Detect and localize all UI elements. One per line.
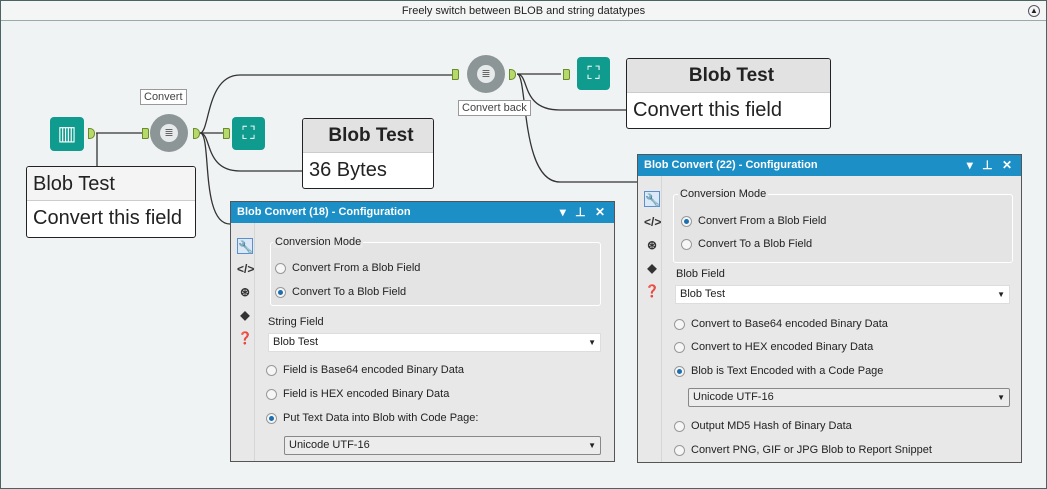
code-icon[interactable]: </> <box>237 261 254 277</box>
table-header: Blob Test <box>27 167 195 201</box>
table-header: Blob Test <box>303 119 433 153</box>
code-page-select[interactable]: Unicode UTF-16 ▼ <box>688 388 1010 407</box>
input-data-tool-icon[interactable]: ▥ <box>50 117 84 151</box>
dropdown-arrow-icon: ▼ <box>588 338 596 347</box>
navigate-icon[interactable]: ⊛ <box>644 237 660 253</box>
radio-label: Put Text Data into Blob with Code Page: <box>283 412 479 424</box>
radio-convert-to-blob[interactable]: Convert To a Blob Field <box>275 286 406 298</box>
input-data-preview: Blob Test Convert this field <box>26 166 196 238</box>
select-value: Unicode UTF-16 <box>289 439 370 451</box>
field-label: Blob Field <box>676 268 725 280</box>
radio-label: Convert From a Blob Field <box>698 215 827 227</box>
radio-label: Convert To a Blob Field <box>292 286 407 298</box>
wrench-icon[interactable]: 🔧 <box>237 238 253 254</box>
radio-base64[interactable]: Convert to Base64 encoded Binary Data <box>674 318 888 330</box>
conversion-mode-group <box>673 194 1013 263</box>
browse-preview-1: Blob Test 36 Bytes <box>302 118 434 189</box>
blob-convert-back-tool-icon[interactable]: ≣ <box>467 55 505 93</box>
radio-md5[interactable]: Output MD5 Hash of Binary Data <box>674 420 852 432</box>
panel-header: Blob Convert (18) - Configuration ▾ ⊥ ✕ <box>231 202 614 223</box>
select-value: Blob Test <box>680 288 726 300</box>
panel-sidebar: 🔧 </> ⊛ ◆ ❓ <box>235 223 255 461</box>
radio-code-page[interactable]: Put Text Data into Blob with Code Page: <box>266 412 478 424</box>
input-anchor[interactable] <box>223 128 230 139</box>
field-label: String Field <box>268 316 324 328</box>
code-icon[interactable]: </> <box>644 214 661 230</box>
radio-convert-from-blob[interactable]: Convert From a Blob Field <box>681 215 826 227</box>
config-panel-18: Blob Convert (18) - Configuration ▾ ⊥ ✕ … <box>230 201 615 462</box>
group-label: Conversion Mode <box>273 236 364 248</box>
radio-hex[interactable]: Convert to HEX encoded Binary Data <box>674 341 873 353</box>
blob-field-select[interactable]: Blob Test ▼ <box>675 285 1010 304</box>
table-cell: Convert this field <box>33 207 182 229</box>
browse-binoculars-icon[interactable]: ⛶ <box>232 117 265 150</box>
radio-hex[interactable]: Field is HEX encoded Binary Data <box>266 388 449 400</box>
browse-preview-2: Blob Test Convert this field <box>626 58 831 129</box>
panel-header: Blob Convert (22) - Configuration ▾ ⊥ ✕ <box>638 155 1021 176</box>
string-field-select[interactable]: Blob Test ▼ <box>268 333 601 352</box>
convert-tool-label: Convert <box>140 89 187 105</box>
select-value: Unicode UTF-16 <box>693 391 774 403</box>
table-header: Blob Test <box>627 59 830 93</box>
radio-label: Convert To a Blob Field <box>698 238 813 250</box>
tag-icon[interactable]: ◆ <box>644 260 660 276</box>
browse-binoculars-icon[interactable]: ⛶ <box>577 57 610 90</box>
input-anchor[interactable] <box>452 69 459 80</box>
dropdown-arrow-icon: ▼ <box>588 441 596 450</box>
panel-title: Blob Convert (22) - Configuration <box>644 159 818 171</box>
radio-label: Convert to HEX encoded Binary Data <box>691 341 874 353</box>
radio-code-page[interactable]: Blob is Text Encoded with a Code Page <box>674 365 883 377</box>
code-page-select[interactable]: Unicode UTF-16 ▼ <box>284 436 601 455</box>
radio-label: Convert From a Blob Field <box>292 262 421 274</box>
convert-back-tool-label: Convert back <box>458 100 531 116</box>
panel-window-controls[interactable]: ▾ ⊥ ✕ <box>967 155 1015 176</box>
dropdown-arrow-icon: ▼ <box>997 290 1005 299</box>
blob-convert-tool-icon[interactable]: ≣ <box>150 114 188 152</box>
input-anchor[interactable] <box>142 128 149 139</box>
radio-label: Blob is Text Encoded with a Code Page <box>691 365 884 377</box>
help-icon[interactable]: ❓ <box>644 283 660 299</box>
navigate-icon[interactable]: ⊛ <box>237 284 253 300</box>
tag-icon[interactable]: ◆ <box>237 307 253 323</box>
panel-title: Blob Convert (18) - Configuration <box>237 206 411 218</box>
select-value: Blob Test <box>273 336 319 348</box>
wrench-icon[interactable]: 🔧 <box>644 191 660 207</box>
table-cell: Convert this field <box>633 99 782 121</box>
radio-convert-from-blob[interactable]: Convert From a Blob Field <box>275 262 420 274</box>
radio-label: Output MD5 Hash of Binary Data <box>691 420 852 432</box>
radio-convert-to-blob[interactable]: Convert To a Blob Field <box>681 238 812 250</box>
radio-label: Convert to Base64 encoded Binary Data <box>691 318 888 330</box>
wire-convertback-to-panel2 <box>516 73 637 183</box>
radio-report-snippet[interactable]: Convert PNG, GIF or JPG Blob to Report S… <box>674 444 932 456</box>
wire-convert-to-panel1 <box>199 132 231 225</box>
input-anchor[interactable] <box>563 69 570 80</box>
radio-label: Field is HEX encoded Binary Data <box>283 388 450 400</box>
panel-window-controls[interactable]: ▾ ⊥ ✕ <box>560 202 608 223</box>
radio-label: Convert PNG, GIF or JPG Blob to Report S… <box>691 444 932 456</box>
group-label: Conversion Mode <box>678 188 769 200</box>
help-icon[interactable]: ❓ <box>237 330 253 346</box>
radio-label: Field is Base64 encoded Binary Data <box>283 364 464 376</box>
dropdown-arrow-icon: ▼ <box>997 393 1005 402</box>
panel-sidebar: 🔧 </> ⊛ ◆ ❓ <box>642 176 662 462</box>
radio-base64[interactable]: Field is Base64 encoded Binary Data <box>266 364 464 376</box>
table-cell: 36 Bytes <box>309 159 387 181</box>
config-panel-22: Blob Convert (22) - Configuration ▾ ⊥ ✕ … <box>637 154 1022 463</box>
